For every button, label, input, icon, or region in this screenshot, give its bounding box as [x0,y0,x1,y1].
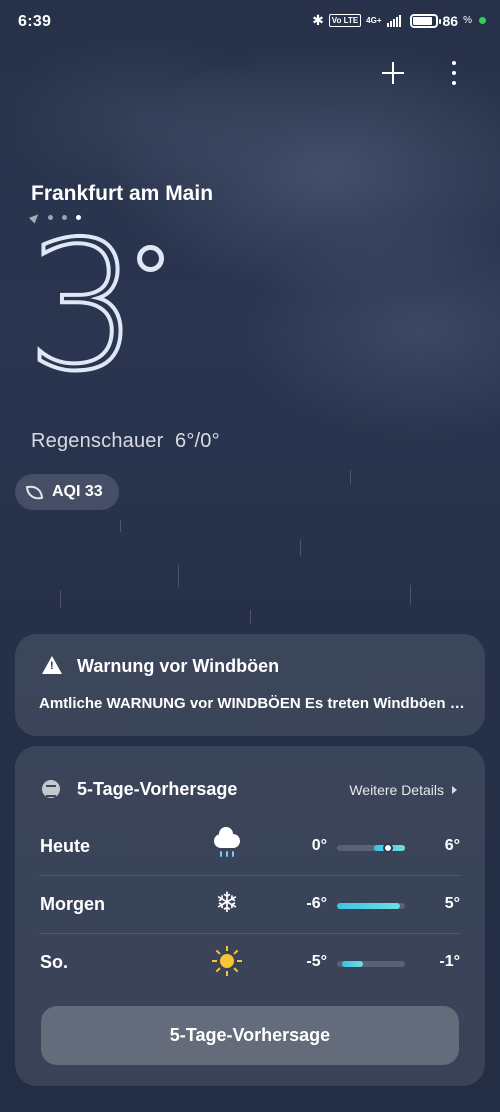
forecast-low: -5° [306,953,327,970]
warning-icon [42,656,62,674]
forecast-high: -1° [439,953,460,970]
aqi-badge[interactable]: AQI 33 [15,474,119,510]
temp-range-bar [337,903,405,909]
weather-warning-card[interactable]: Warnung vor Windböen Amtliche WARNUNG vo… [15,634,485,736]
battery-percent: 86 [442,12,459,29]
forecast-row[interactable]: Heute 0° 6° [15,818,485,876]
current-condition: Regenschauer 6°/0° [31,430,220,453]
forecast-day: Heute [40,836,91,856]
warning-title: Warnung vor Windböen [77,656,280,676]
temp-range: 6°/0° [175,430,220,452]
forecast-low: -6° [306,895,327,912]
temp-range-fill [337,903,400,909]
network-type-icon: 4G+ [366,15,382,25]
warning-text: Amtliche WARNUNG vor WINDBÖEN Es treten … [39,695,469,712]
snowflake-icon: ❄ [215,886,239,919]
temp-range-fill [342,961,363,967]
current-temp-marker [383,843,393,853]
chevron-right-icon [452,786,457,794]
add-city-button[interactable] [378,58,408,88]
temp-range-bar [337,961,405,967]
forecast-row[interactable]: So. -5° -1° [15,934,485,992]
status-time: 6:39 [18,13,52,30]
forecast-high: 6° [444,837,460,854]
charging-dot-icon [479,17,486,24]
aqi-label: AQI 33 [52,483,103,500]
battery-level [412,16,432,25]
leaf-icon [25,483,44,501]
forecast-title: 5-Tage-Vorhersage [77,779,238,799]
calendar-icon [42,780,60,798]
sun-icon [212,946,242,976]
forecast-low: 0° [311,837,327,854]
forecast-high: 5° [444,895,460,912]
status-bar: 6:39 ✱ Vo LTE 4G+ 86% [0,0,500,46]
condition-text: Regenschauer [31,430,164,452]
more-details-label: Weitere Details [349,782,444,798]
five-day-forecast-button[interactable]: 5-Tage-Vorhersage [41,1006,459,1065]
more-details-link[interactable]: Weitere Details [349,782,457,798]
battery-icon [409,13,441,28]
forecast-card: 5-Tage-Vorhersage Weitere Details Heute … [15,746,485,1086]
bluetooth-icon: ✱ [312,12,324,28]
current-temperature: 3 [24,203,141,410]
battery-unit: % [463,15,472,26]
forecast-day: So. [40,952,69,972]
temp-range-bar [337,843,405,853]
more-options-button[interactable] [444,58,464,88]
status-icons: ✱ Vo LTE 4G+ 86% [312,12,486,29]
degree-symbol [137,245,164,272]
forecast-day: Morgen [40,894,105,914]
volte-icon: Vo LTE [328,14,362,27]
forecast-row[interactable]: Morgen ❄ -6° 5° [15,876,485,934]
more-vertical-icon [452,61,456,65]
rain-cloud-icon [212,827,242,860]
signal-icon [386,14,401,27]
